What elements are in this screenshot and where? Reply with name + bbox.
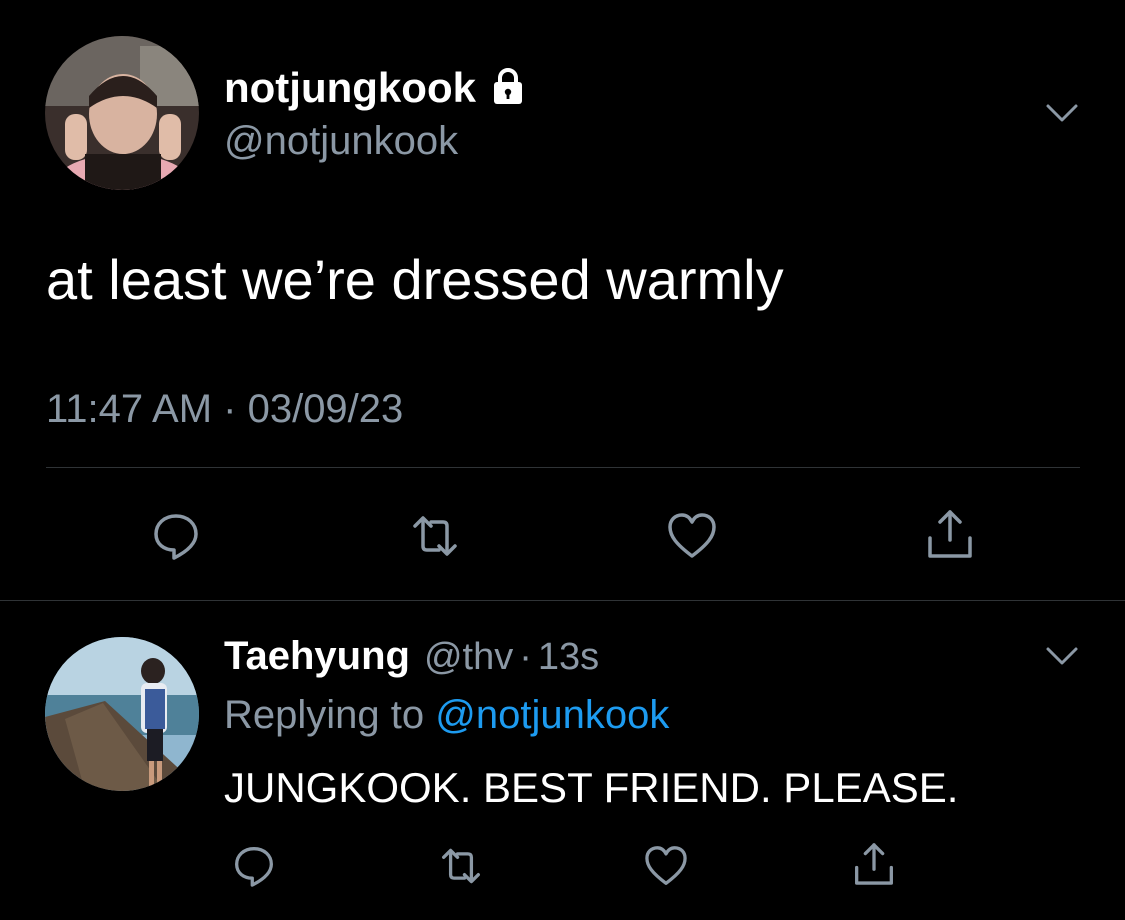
retweet-icon[interactable] bbox=[405, 506, 465, 571]
separator-dot: · bbox=[519, 636, 532, 678]
more-options-chevron-icon[interactable] bbox=[1042, 93, 1082, 138]
reply-author-display-name[interactable]: Taehyung bbox=[224, 632, 410, 680]
replying-to-mention-link[interactable]: @notjunkook bbox=[435, 693, 669, 737]
lock-icon bbox=[488, 66, 528, 111]
author-avatar[interactable] bbox=[45, 36, 199, 190]
author-handle[interactable]: @notjunkook bbox=[224, 118, 458, 164]
retweet-icon[interactable] bbox=[435, 840, 487, 897]
like-icon[interactable] bbox=[662, 506, 722, 571]
reply-author-handle[interactable]: @thv bbox=[424, 636, 513, 679]
replying-to-label: Replying to bbox=[224, 693, 425, 737]
section-divider bbox=[0, 600, 1125, 601]
replying-to-line: Replying to @notjunkook bbox=[224, 692, 669, 738]
reply-time-ago[interactable]: 13s bbox=[538, 636, 599, 679]
like-icon[interactable] bbox=[640, 840, 692, 897]
share-icon[interactable] bbox=[848, 838, 900, 895]
author-display-name[interactable]: notjungkook bbox=[224, 64, 476, 112]
tweet-timestamp[interactable]: 11:47 AM · 03/09/23 bbox=[46, 386, 403, 432]
reply-text: JUNGKOOK. BEST FRIEND. PLEASE. bbox=[224, 764, 959, 811]
reply-author-avatar[interactable] bbox=[45, 637, 199, 791]
tweet-text: at least we’re dressed warmly bbox=[46, 248, 784, 311]
share-icon[interactable] bbox=[920, 504, 980, 569]
reply-icon[interactable] bbox=[228, 840, 280, 897]
reply-more-options-chevron-icon[interactable] bbox=[1042, 636, 1082, 681]
reply-icon[interactable] bbox=[146, 506, 206, 571]
divider bbox=[46, 467, 1080, 468]
